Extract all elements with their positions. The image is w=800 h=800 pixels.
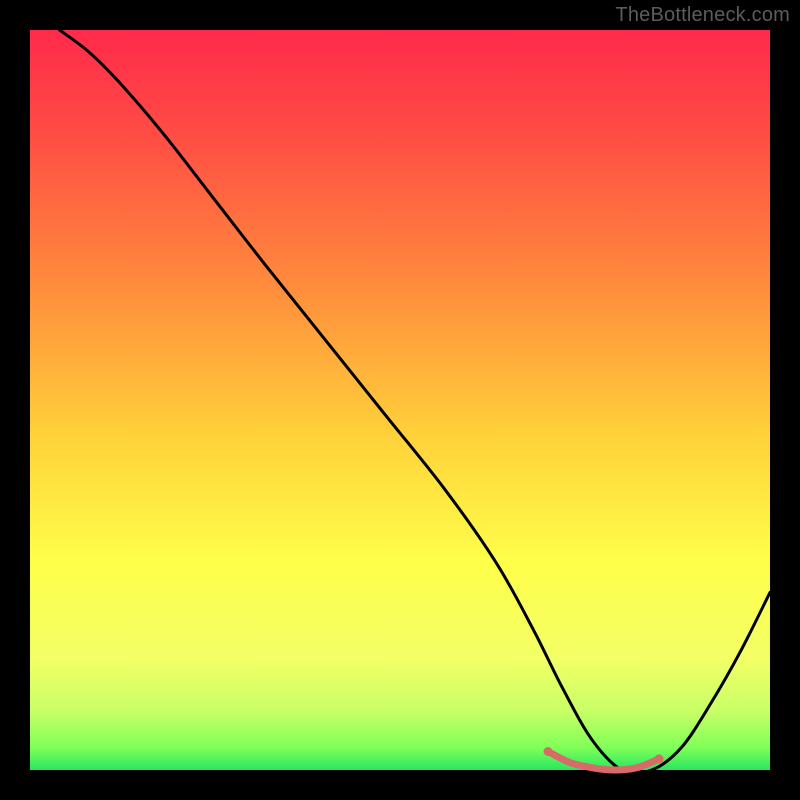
- optimal-band-endpoint: [655, 754, 664, 763]
- bottleneck-chart: [0, 0, 800, 800]
- optimal-band-endpoint: [544, 747, 553, 756]
- watermark-text: TheBottleneck.com: [615, 4, 790, 27]
- plot-background: [30, 30, 770, 770]
- chart-frame: TheBottleneck.com: [0, 0, 800, 800]
